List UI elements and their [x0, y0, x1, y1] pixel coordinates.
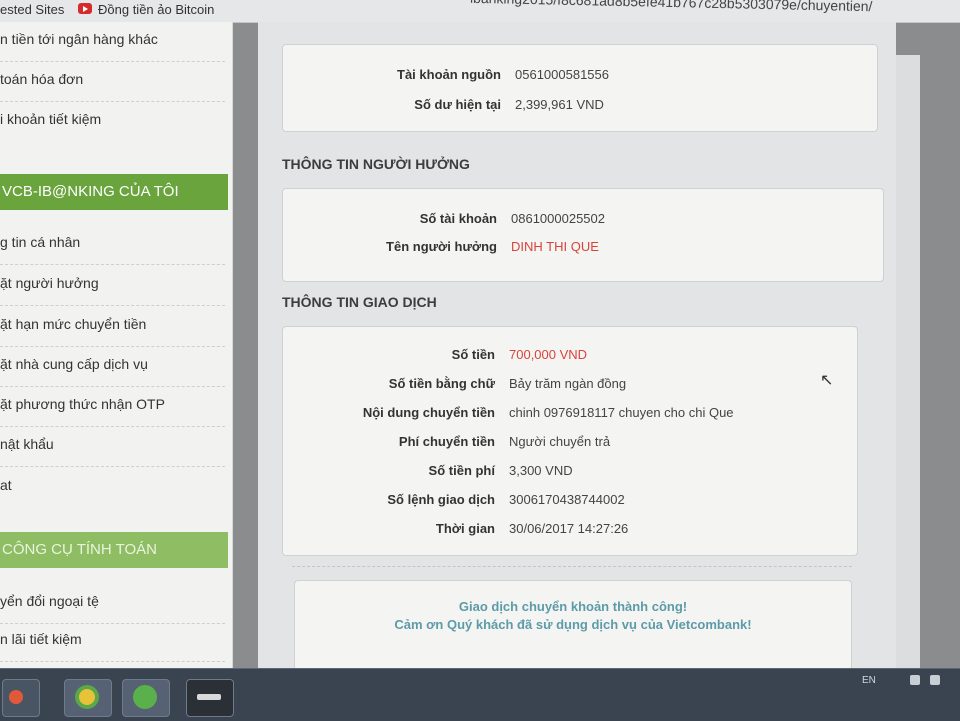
tray-language[interactable]: EN — [862, 675, 876, 686]
sidebar-section-my-ibanking: VCB-IB@NKING CỦA TÔI — [0, 174, 228, 210]
utorrent-icon — [133, 685, 157, 709]
sidebar-item-bill-payment[interactable]: toán hóa đơn — [0, 64, 225, 102]
transaction-row: Số lệnh giao dịch 3006170438744002 — [283, 492, 857, 512]
sidebar-item-interbank-transfer[interactable]: n tiền tới ngân hàng khác — [0, 24, 225, 62]
transfer-fee-payer-label: Phí chuyển tiền — [398, 434, 495, 449]
sidebar: n tiền tới ngân hàng khác toán hóa đơn i… — [0, 22, 233, 690]
beneficiary-section-title: THÔNG TIN NGƯỜI HƯỞNG — [282, 156, 470, 172]
sidebar-section-tools: CÔNG CỤ TÍNH TOÁN — [0, 532, 228, 568]
page-scroll-area — [896, 55, 920, 690]
windows-taskbar: EN — [0, 668, 960, 721]
mouse-cursor-icon: ↖ — [820, 372, 834, 389]
source-account-box: Tài khoản nguồn 0561000581556 Số dư hiện… — [282, 44, 878, 132]
divider — [292, 566, 852, 568]
source-account-label: Tài khoản nguồn — [397, 67, 501, 82]
sidebar-item-currency-converter[interactable]: yển đổi ngoại tệ — [0, 586, 225, 624]
bookmark-suggested-sites[interactable]: ested Sites — [0, 2, 64, 17]
fee-amount-label: Số tiền phí — [428, 463, 495, 478]
beneficiary-box: Số tài khoản 0861000025502 Tên người hưở… — [282, 188, 884, 282]
sidebar-item-personal-info[interactable]: g tin cá nhân — [0, 227, 225, 265]
beneficiary-name-value: DINH THI QUE — [511, 239, 599, 254]
balance-value: 2,399,961 VND — [515, 97, 604, 112]
transfer-content-value: chinh 0976918117 chuyen cho chi Que — [509, 405, 734, 420]
balance-label: Số dư hiện tại — [414, 97, 501, 112]
sidebar-item-interest-calculator[interactable]: n lãi tiết kiệm — [0, 624, 225, 662]
thank-you-message: Cảm ơn Quý khách đã sử dụng dịch vụ của … — [394, 617, 752, 632]
taskbar-app-utorrent[interactable] — [122, 679, 170, 717]
sidebar-item-otp-method[interactable]: ặt phương thức nhận OTP — [0, 389, 225, 427]
sidebar-item-logout[interactable]: at — [0, 470, 225, 508]
amount-label: Số tiền — [451, 347, 495, 362]
beneficiary-account-value: 0861000025502 — [511, 211, 605, 226]
chrome-icon — [75, 685, 99, 709]
taskbar-app-chrome[interactable] — [64, 679, 112, 717]
sidebar-item-password[interactable]: nật khẩu — [0, 429, 225, 467]
taskbar-app-zalo[interactable] — [186, 679, 234, 717]
transfer-fee-payer-value: Người chuyển trả — [509, 434, 611, 449]
sidebar-item-transfer-limit[interactable]: ặt hạn mức chuyển tiền — [0, 309, 225, 347]
beneficiary-name-label: Tên người hưởng — [386, 239, 497, 254]
success-message: Giao dịch chuyển khoản thành công! — [458, 599, 688, 614]
bookmark-bitcoin[interactable]: Đồng tiền ảo Bitcoin — [98, 2, 214, 17]
transaction-row: Nội dung chuyển tiền chinh 0976918117 ch… — [283, 405, 857, 425]
sidebar-item-savings[interactable]: i khoản tiết kiệm — [0, 104, 225, 142]
transaction-row: Số tiền bằng chữ Bảy trăm ngàn đồng — [283, 376, 857, 396]
start-button[interactable] — [2, 679, 40, 717]
sidebar-item-beneficiaries[interactable]: ặt người hưởng — [0, 268, 225, 306]
fee-amount-value: 3,300 VND — [509, 463, 573, 478]
beneficiary-account-label: Số tài khoản — [419, 211, 497, 226]
amount-value: 700,000 VND — [509, 347, 588, 362]
timestamp-value: 30/06/2017 14:27:26 — [509, 521, 629, 536]
youtube-icon — [78, 3, 92, 14]
address-bar-url[interactable]: ibanking2015/f8c681ad8b5efe41b767c28b530… — [470, 0, 873, 14]
transaction-box: Số tiền 700,000 VND Số tiền bằng chữ Bảy… — [282, 326, 858, 556]
transfer-content-label: Nội dung chuyển tiền — [362, 405, 495, 420]
bookmarks-bar: ested Sites Đồng tiền ảo Bitcoin ibankin… — [0, 0, 960, 23]
transaction-row: Số tiền phí 3,300 VND — [283, 463, 857, 483]
network-icon[interactable] — [910, 675, 920, 685]
transaction-section-title: THÔNG TIN GIAO DỊCH — [282, 294, 437, 310]
volume-icon[interactable] — [930, 675, 940, 685]
transaction-row: Phí chuyển tiền Người chuyển trả — [283, 434, 857, 454]
windows-logo-icon — [9, 690, 23, 704]
source-account-value: 0561000581556 — [515, 67, 609, 82]
amount-in-words-value: Bảy trăm ngàn đồng — [509, 376, 627, 391]
transaction-row: Thời gian 30/06/2017 14:27:26 — [283, 521, 857, 541]
transfer-confirmation-panel: Tài khoản nguồn 0561000581556 Số dư hiện… — [258, 22, 896, 690]
app-logo-icon — [197, 694, 221, 700]
timestamp-label: Thời gian — [435, 521, 495, 536]
transaction-number-label: Số lệnh giao dịch — [387, 492, 495, 507]
amount-in-words-label: Số tiền bằng chữ — [388, 376, 495, 391]
transaction-row: Số tiền 700,000 VND — [283, 347, 857, 367]
sidebar-item-service-providers[interactable]: ặt nhà cung cấp dịch vụ — [0, 349, 225, 387]
transaction-number-value: 3006170438744002 — [509, 492, 625, 507]
